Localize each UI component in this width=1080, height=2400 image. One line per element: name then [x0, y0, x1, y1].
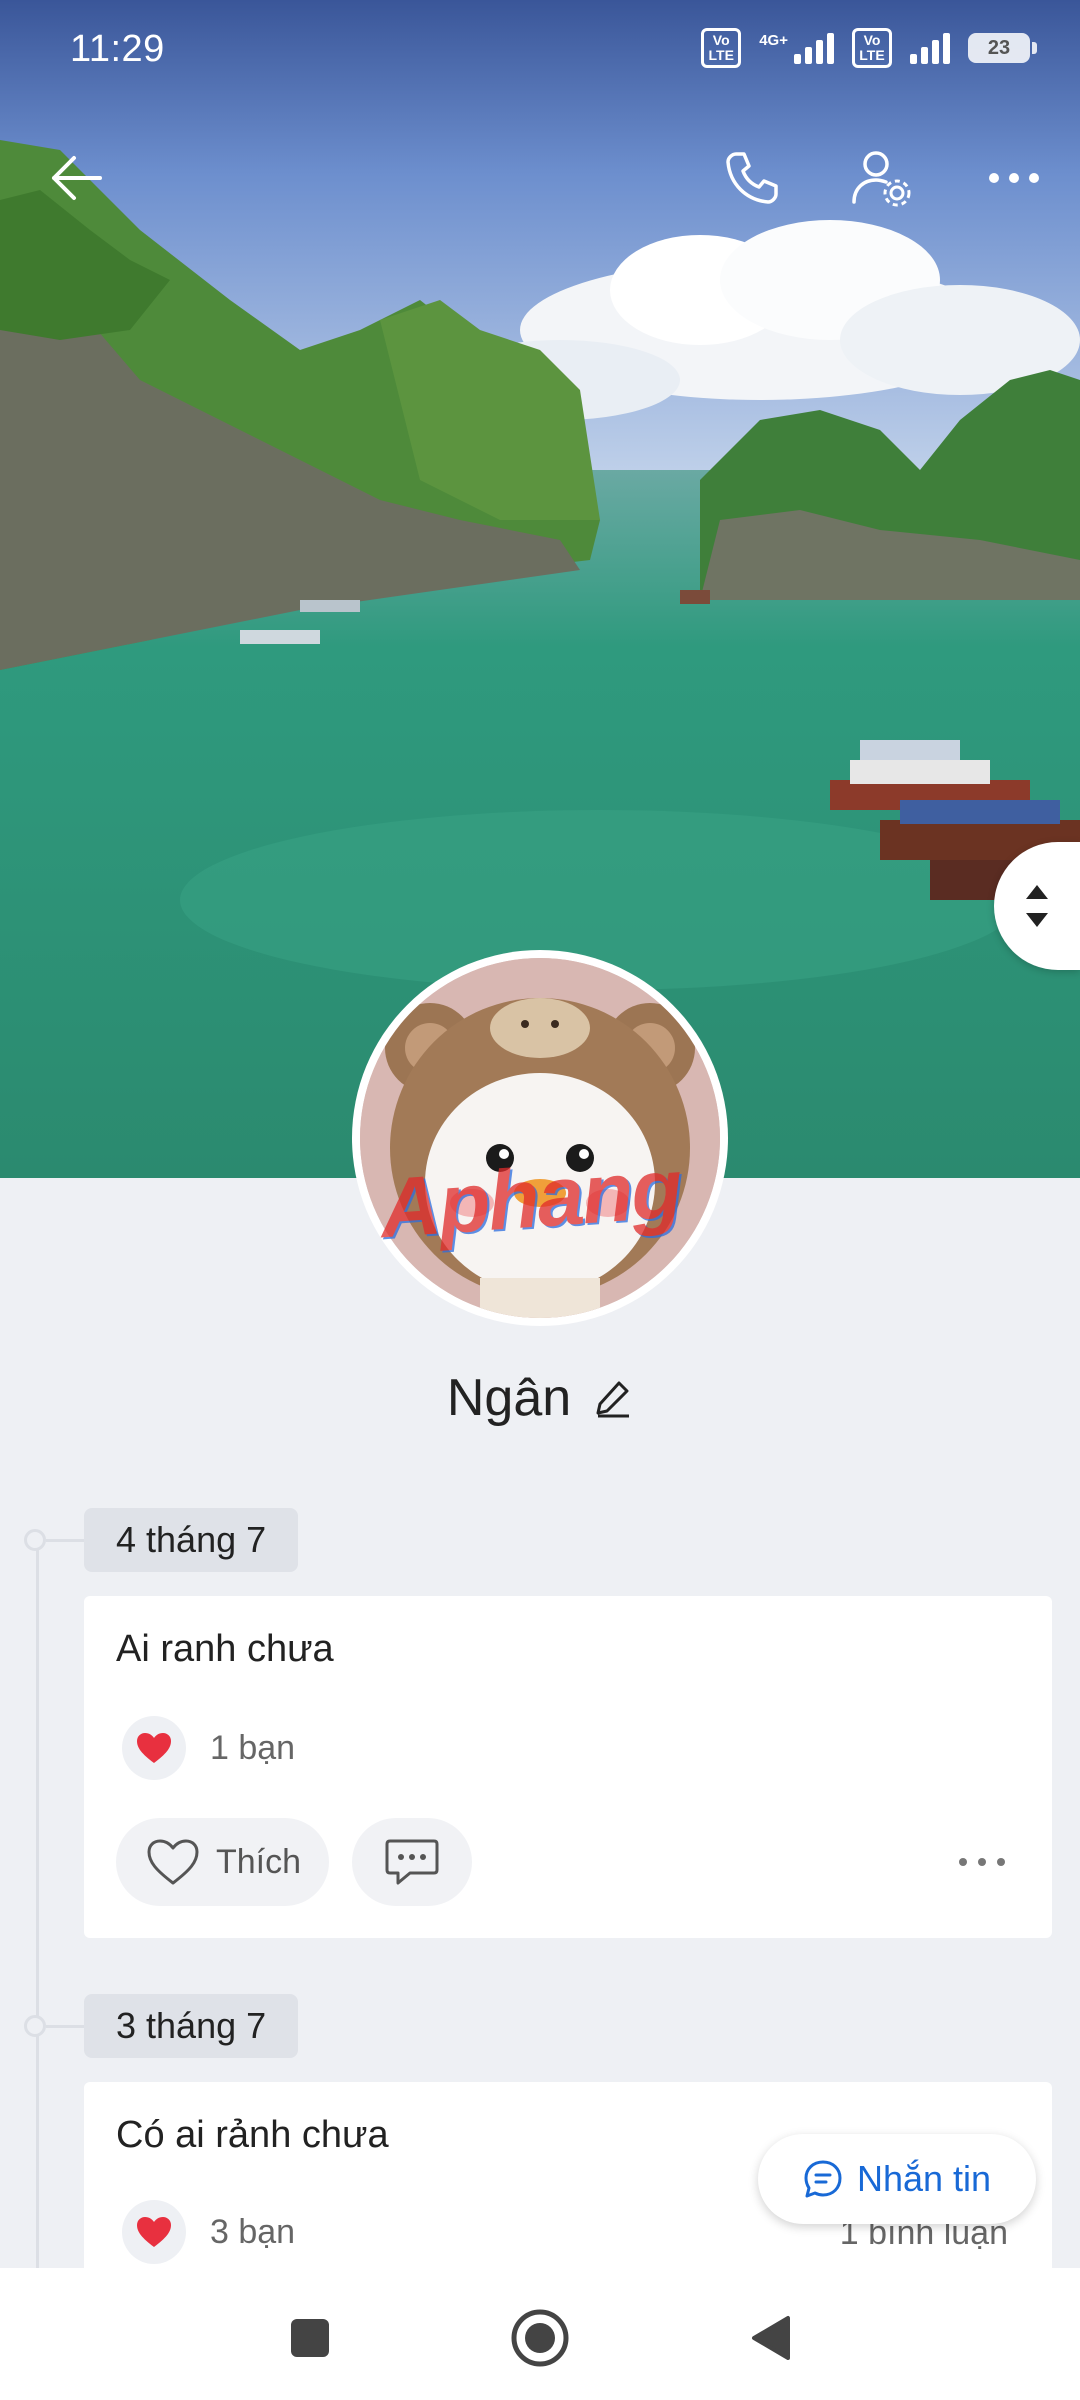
user-settings-icon — [852, 151, 911, 207]
volte-icon: Vo LTE — [701, 28, 742, 68]
more-dots-icon — [959, 1858, 1005, 1866]
heart-outline-icon — [147, 1839, 199, 1885]
volte-icon-2: Vo LTE — [852, 28, 892, 68]
up-down-arrow-icon — [1026, 885, 1048, 927]
heart-reaction-icon — [122, 1716, 186, 1780]
phone-icon — [726, 152, 778, 204]
square-icon — [291, 2319, 329, 2357]
timeline-dot — [24, 2015, 46, 2037]
home-circle-icon — [511, 2309, 569, 2367]
timeline-connector — [46, 2025, 84, 2028]
like-button[interactable]: Thích — [116, 1818, 330, 1906]
home-button[interactable] — [500, 2298, 580, 2378]
comment-icon — [385, 1839, 439, 1885]
user-settings-button[interactable] — [844, 140, 920, 216]
status-icons: Vo LTE 4G+ Vo LTE 23 — [701, 28, 1037, 68]
system-nav-bar — [0, 2268, 1080, 2400]
message-button[interactable]: Nhắn tin — [758, 2134, 1036, 2224]
network-type: 4G+ — [759, 31, 788, 49]
back-nav-button[interactable] — [730, 2298, 810, 2378]
battery-icon: 23 — [968, 33, 1037, 63]
status-bar: 11:29 Vo LTE 4G+ Vo LTE 23 — [0, 0, 1080, 100]
like-label: Thích — [216, 1842, 302, 1881]
timeline-connector — [46, 1539, 84, 1542]
timeline-dot — [24, 1529, 46, 1551]
post-text: Ai ranh chưa — [116, 1628, 334, 1670]
status-time: 11:29 — [70, 28, 165, 70]
reaction-count: 1 bạn — [210, 1728, 296, 1767]
reaction-summary[interactable]: 1 bạn — [122, 1716, 295, 1780]
date-chip: 4 tháng 7 — [84, 1508, 299, 1572]
avatar-image — [360, 958, 720, 1318]
message-button-label: Nhắn tin — [856, 2158, 992, 2199]
post-card[interactable]: Ai ranh chưa 1 bạn Thích — [84, 1596, 1052, 1938]
back-button[interactable] — [38, 140, 114, 216]
profile-name: Ngân — [446, 1369, 572, 1427]
reaction-count: 3 bạn — [210, 2212, 296, 2251]
post-more-button[interactable] — [952, 1842, 1012, 1882]
edit-pencil-icon[interactable] — [593, 1378, 633, 1418]
signal-icon-2 — [910, 32, 950, 64]
chat-bubble-icon — [804, 2160, 842, 2198]
more-options-button[interactable] — [976, 140, 1052, 216]
call-button[interactable] — [714, 140, 790, 216]
reaction-summary[interactable]: 3 bạn — [122, 2200, 295, 2264]
heart-reaction-icon — [122, 2200, 186, 2264]
recent-apps-button[interactable] — [270, 2298, 350, 2378]
more-icon — [989, 173, 1039, 183]
profile-name-row: Ngân — [0, 1368, 1080, 1428]
signal-icon — [794, 32, 834, 64]
comment-button[interactable] — [352, 1818, 472, 1906]
back-arrow-icon — [52, 156, 102, 200]
triangle-back-icon — [752, 2316, 790, 2360]
post-text: Có ai rảnh chưa — [116, 2114, 389, 2156]
timeline-line — [36, 1540, 39, 2340]
profile-avatar[interactable] — [352, 950, 728, 1326]
date-chip: 3 tháng 7 — [84, 1994, 299, 2058]
